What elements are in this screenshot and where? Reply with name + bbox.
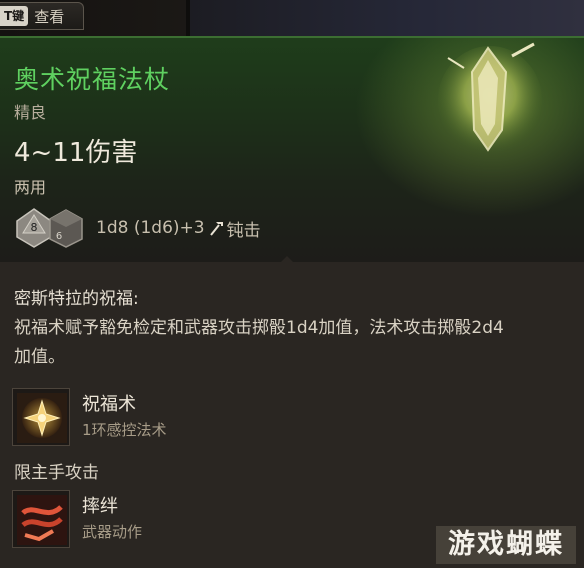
ability-name: 摔绊 [82,496,118,517]
ability-topple[interactable]: 摔绊 武器动作 [12,490,142,548]
dice-formula: 1d8 (1d6)+3 [96,218,205,238]
d6-face: 6 [56,231,62,242]
ability-subtitle: 1环感控法术 [82,421,167,439]
damage-range: 4~11伤害 [14,138,138,168]
top-bar: T键 查看 [0,0,584,36]
d8-face: 8 [31,221,38,234]
damage-dice-row: 8 6 1d8 (1d6)+3 钝击 [14,206,261,250]
ability-name: 祝福术 [82,394,136,415]
bludgeoning-icon [209,222,223,236]
site-watermark: 游戏蝴蝶 [436,526,576,564]
item-name: 奥术祝福法杖 [14,65,171,94]
item-rarity: 精良 [14,103,47,122]
damage-type: 钝击 [226,220,261,241]
bless-spell-icon [12,388,70,446]
mainhand-attack-label: 限主手攻击 [14,463,99,483]
staff-head-icon [438,42,542,154]
ability-bless[interactable]: 祝福术 1环感控法术 [12,388,167,446]
topple-action-icon [12,490,70,548]
handedness: 两用 [14,178,47,197]
item-tooltip-header: 奥术祝福法杖 精良 4~11伤害 两用 8 6 1d8 (1d6)+3 钝击 [0,36,584,263]
ability-subtitle: 武器动作 [82,523,143,541]
d6-die-icon: 6 [49,209,83,248]
key-badge: T键 [0,6,29,26]
examine-key-hint[interactable]: T键 查看 [0,2,84,30]
passive-description: 祝福术赋予豁免检定和武器攻击掷骰1d4加值，法术攻击掷骰2d4加值。 [14,318,504,367]
passive-title: 密斯特拉的祝福: [14,289,139,309]
item-tooltip-body: 密斯特拉的祝福: 祝福术赋予豁免检定和武器攻击掷骰1d4加值，法术攻击掷骰2d4… [0,262,584,568]
top-backdrop [186,0,584,36]
examine-label: 查看 [34,7,65,26]
